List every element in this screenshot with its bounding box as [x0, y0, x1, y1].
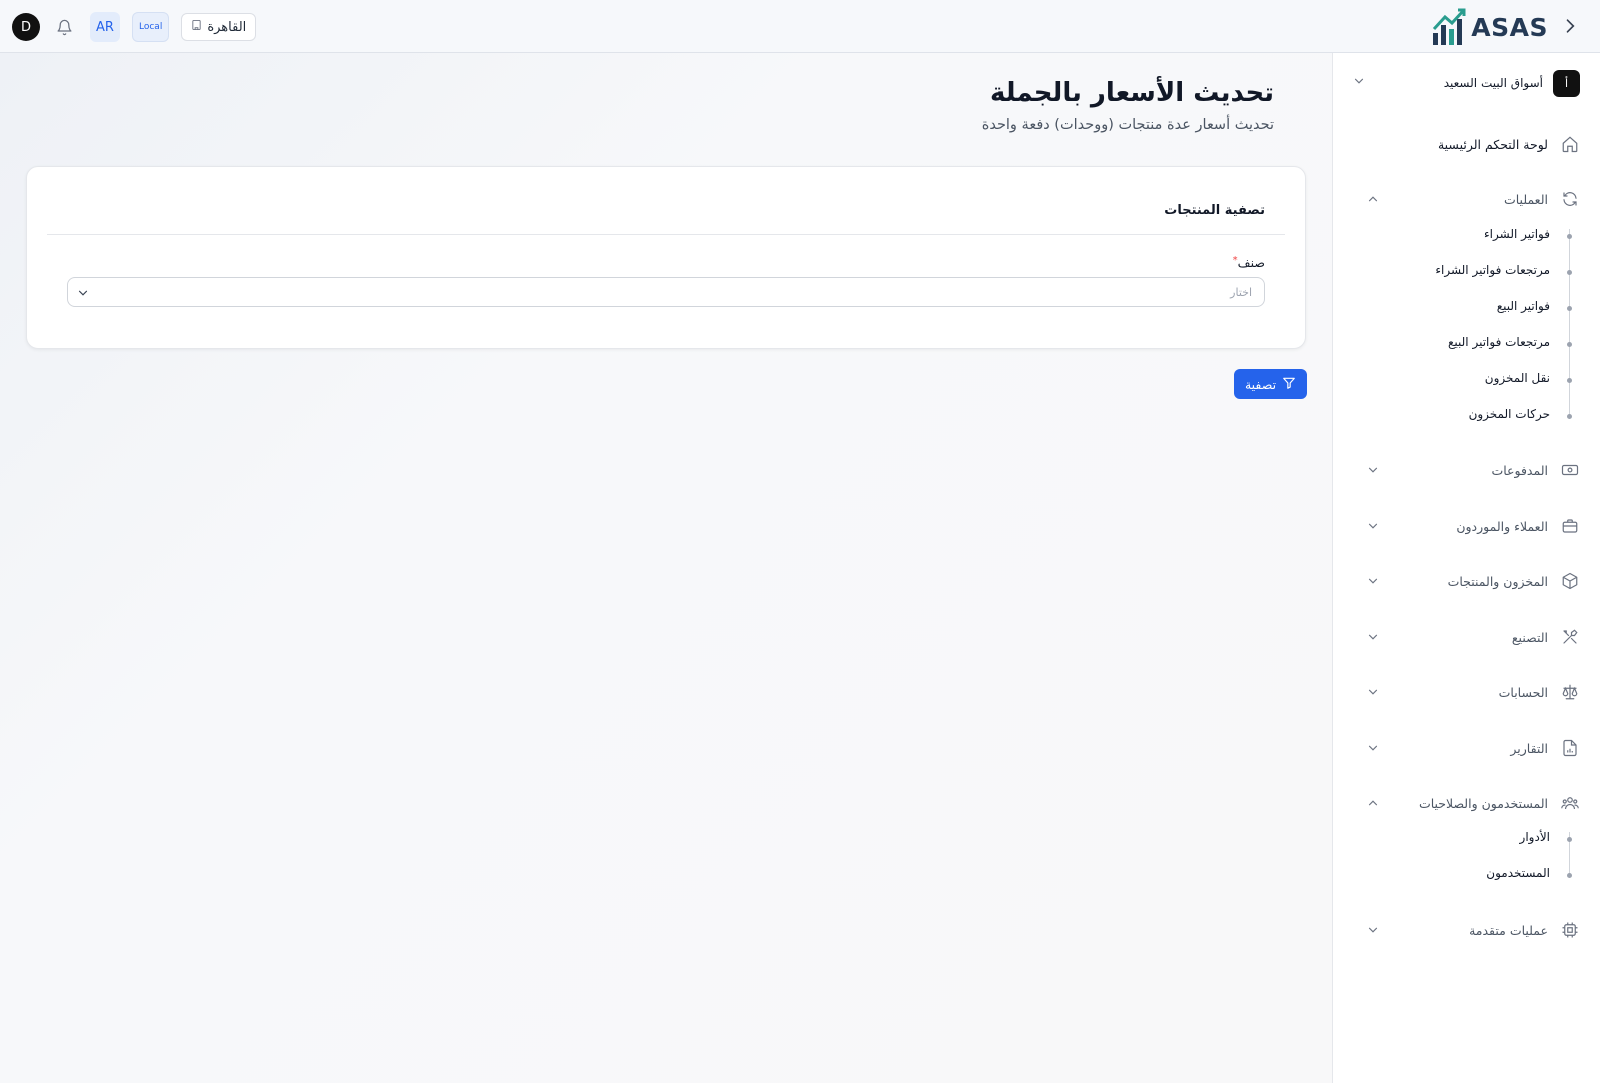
refresh-icon: [1560, 189, 1580, 209]
submenu-dot: [1567, 873, 1572, 878]
sidebar-subitem-stock-transfer[interactable]: نقل المخزون: [1485, 371, 1550, 391]
sidebar: أ أسواق البيت السعيد لوحة التحكم الرئيسي…: [1332, 53, 1600, 1083]
scale-icon: [1560, 682, 1580, 702]
sidebar-item-label: التقارير: [1510, 740, 1548, 756]
chevron-down-icon: [1364, 684, 1380, 700]
category-select[interactable]: اختار: [67, 277, 1265, 307]
sidebar-item-reports[interactable]: التقارير: [1352, 735, 1580, 761]
sidebar-item-manufacturing[interactable]: التصنيع: [1352, 624, 1580, 650]
sidebar-item-label: العمليات: [1503, 191, 1548, 207]
chevron-down-icon: [1364, 462, 1380, 478]
submenu-dot: [1567, 306, 1572, 311]
report-icon: [1560, 738, 1580, 758]
filter-card: تصفية المنتجات صنف* اختار: [26, 166, 1306, 349]
store-selector[interactable]: أ أسواق البيت السعيد: [1352, 69, 1580, 97]
topbar-actions: D AR Local القاهرة: [12, 12, 257, 42]
chevron-down-icon: [1364, 922, 1380, 938]
chevron-down-icon: [1364, 518, 1380, 534]
sidebar-subitem-purchase-returns[interactable]: مرتجعات فواتير الشراء: [1435, 263, 1550, 283]
card-title: تصفية المنتجات: [1164, 203, 1265, 218]
submenu-dot: [1567, 378, 1572, 383]
app-logo[interactable]: ASAS: [1431, 6, 1548, 48]
category-field-label: صنف*: [1233, 255, 1265, 270]
store-name: أسواق البيت السعيد: [1443, 76, 1543, 90]
user-avatar[interactable]: D: [12, 13, 40, 41]
sidebar-item-inventory-products[interactable]: المخزون والمنتجات: [1352, 568, 1580, 594]
sidebar-item-label: التصنيع: [1511, 629, 1548, 645]
chevron-right-icon[interactable]: [1560, 16, 1580, 36]
sidebar-item-label: المدفوعات: [1491, 462, 1548, 478]
chevron-down-icon: [1364, 573, 1380, 589]
logo-chart-icon: [1433, 8, 1466, 45]
logo-text: ASAS: [1471, 12, 1548, 42]
chevron-down-icon: [1364, 629, 1380, 645]
sidebar-item-label: الحسابات: [1498, 684, 1548, 700]
page-title: تحديث الأسعار بالجملة: [990, 78, 1274, 108]
submenu-line: [1569, 229, 1570, 419]
building-icon: [191, 19, 202, 35]
chevron-down-icon: [76, 285, 90, 299]
sidebar-item-accounts[interactable]: الحسابات: [1352, 679, 1580, 705]
sidebar-item-payments[interactable]: المدفوعات: [1352, 457, 1580, 483]
branch-label: القاهرة: [207, 19, 247, 35]
chevron-down-icon: [1352, 73, 1366, 92]
home-icon: [1560, 134, 1580, 154]
sidebar-subitem-roles[interactable]: الأدوار: [1520, 830, 1550, 850]
users-icon: [1560, 793, 1580, 813]
page-subtitle: تحديث أسعار عدة منتجات (ووحدات) دفعة واح…: [981, 117, 1274, 133]
chevron-up-icon: [1364, 795, 1380, 811]
sidebar-item-label: المخزون والمنتجات: [1447, 573, 1548, 589]
filter-button[interactable]: تصفية: [1234, 369, 1307, 399]
tools-icon: [1560, 627, 1580, 647]
submenu-dot: [1567, 837, 1572, 842]
branch-selector-button[interactable]: القاهرة: [181, 13, 257, 41]
box-icon: [1560, 571, 1580, 591]
language-toggle-button[interactable]: AR: [90, 12, 120, 42]
submenu-dot: [1567, 342, 1572, 347]
chevron-up-icon: [1364, 191, 1380, 207]
sidebar-subitem-sales-returns[interactable]: مرتجعات فواتير البيع: [1448, 335, 1550, 355]
submenu-dot: [1567, 414, 1572, 419]
filter-icon: [1282, 376, 1296, 393]
sidebar-item-label: العملاء والموردون: [1456, 518, 1548, 534]
sidebar-item-operations[interactable]: العمليات: [1352, 186, 1580, 212]
sidebar-subitem-purchase-invoices[interactable]: فواتير الشراء: [1484, 227, 1550, 247]
chevron-down-icon: [1364, 740, 1380, 756]
sidebar-subitem-sales-invoices[interactable]: فواتير البيع: [1497, 299, 1550, 319]
card-divider: [47, 234, 1285, 235]
sidebar-item-label: المستخدمون والصلاحيات: [1418, 795, 1548, 811]
top-bar: D AR Local القاهرة ASAS: [0, 0, 1600, 53]
sidebar-item-label: عمليات متقدمة: [1469, 922, 1548, 938]
environment-badge: Local: [132, 12, 170, 42]
filter-button-label: تصفية: [1244, 376, 1277, 392]
field-label-text: صنف: [1237, 255, 1265, 270]
bell-icon[interactable]: [54, 17, 74, 37]
submenu-dot: [1567, 270, 1572, 275]
select-placeholder: اختار: [1230, 286, 1252, 299]
sidebar-subitem-users[interactable]: المستخدمون: [1486, 866, 1550, 886]
sidebar-item-label: لوحة التحكم الرئيسية: [1437, 136, 1548, 152]
sidebar-item-customers-suppliers[interactable]: العملاء والموردون: [1352, 513, 1580, 539]
cash-icon: [1560, 460, 1580, 480]
store-avatar: أ: [1553, 69, 1580, 97]
chip-icon: [1560, 920, 1580, 940]
sidebar-item-dashboard[interactable]: لوحة التحكم الرئيسية: [1352, 131, 1580, 157]
sidebar-item-users-permissions[interactable]: المستخدمون والصلاحيات: [1352, 790, 1580, 816]
briefcase-icon: [1560, 516, 1580, 536]
sidebar-item-advanced-operations[interactable]: عمليات متقدمة: [1352, 917, 1580, 943]
submenu-dot: [1567, 234, 1572, 239]
sidebar-subitem-stock-movements[interactable]: حركات المخزون: [1469, 407, 1550, 427]
